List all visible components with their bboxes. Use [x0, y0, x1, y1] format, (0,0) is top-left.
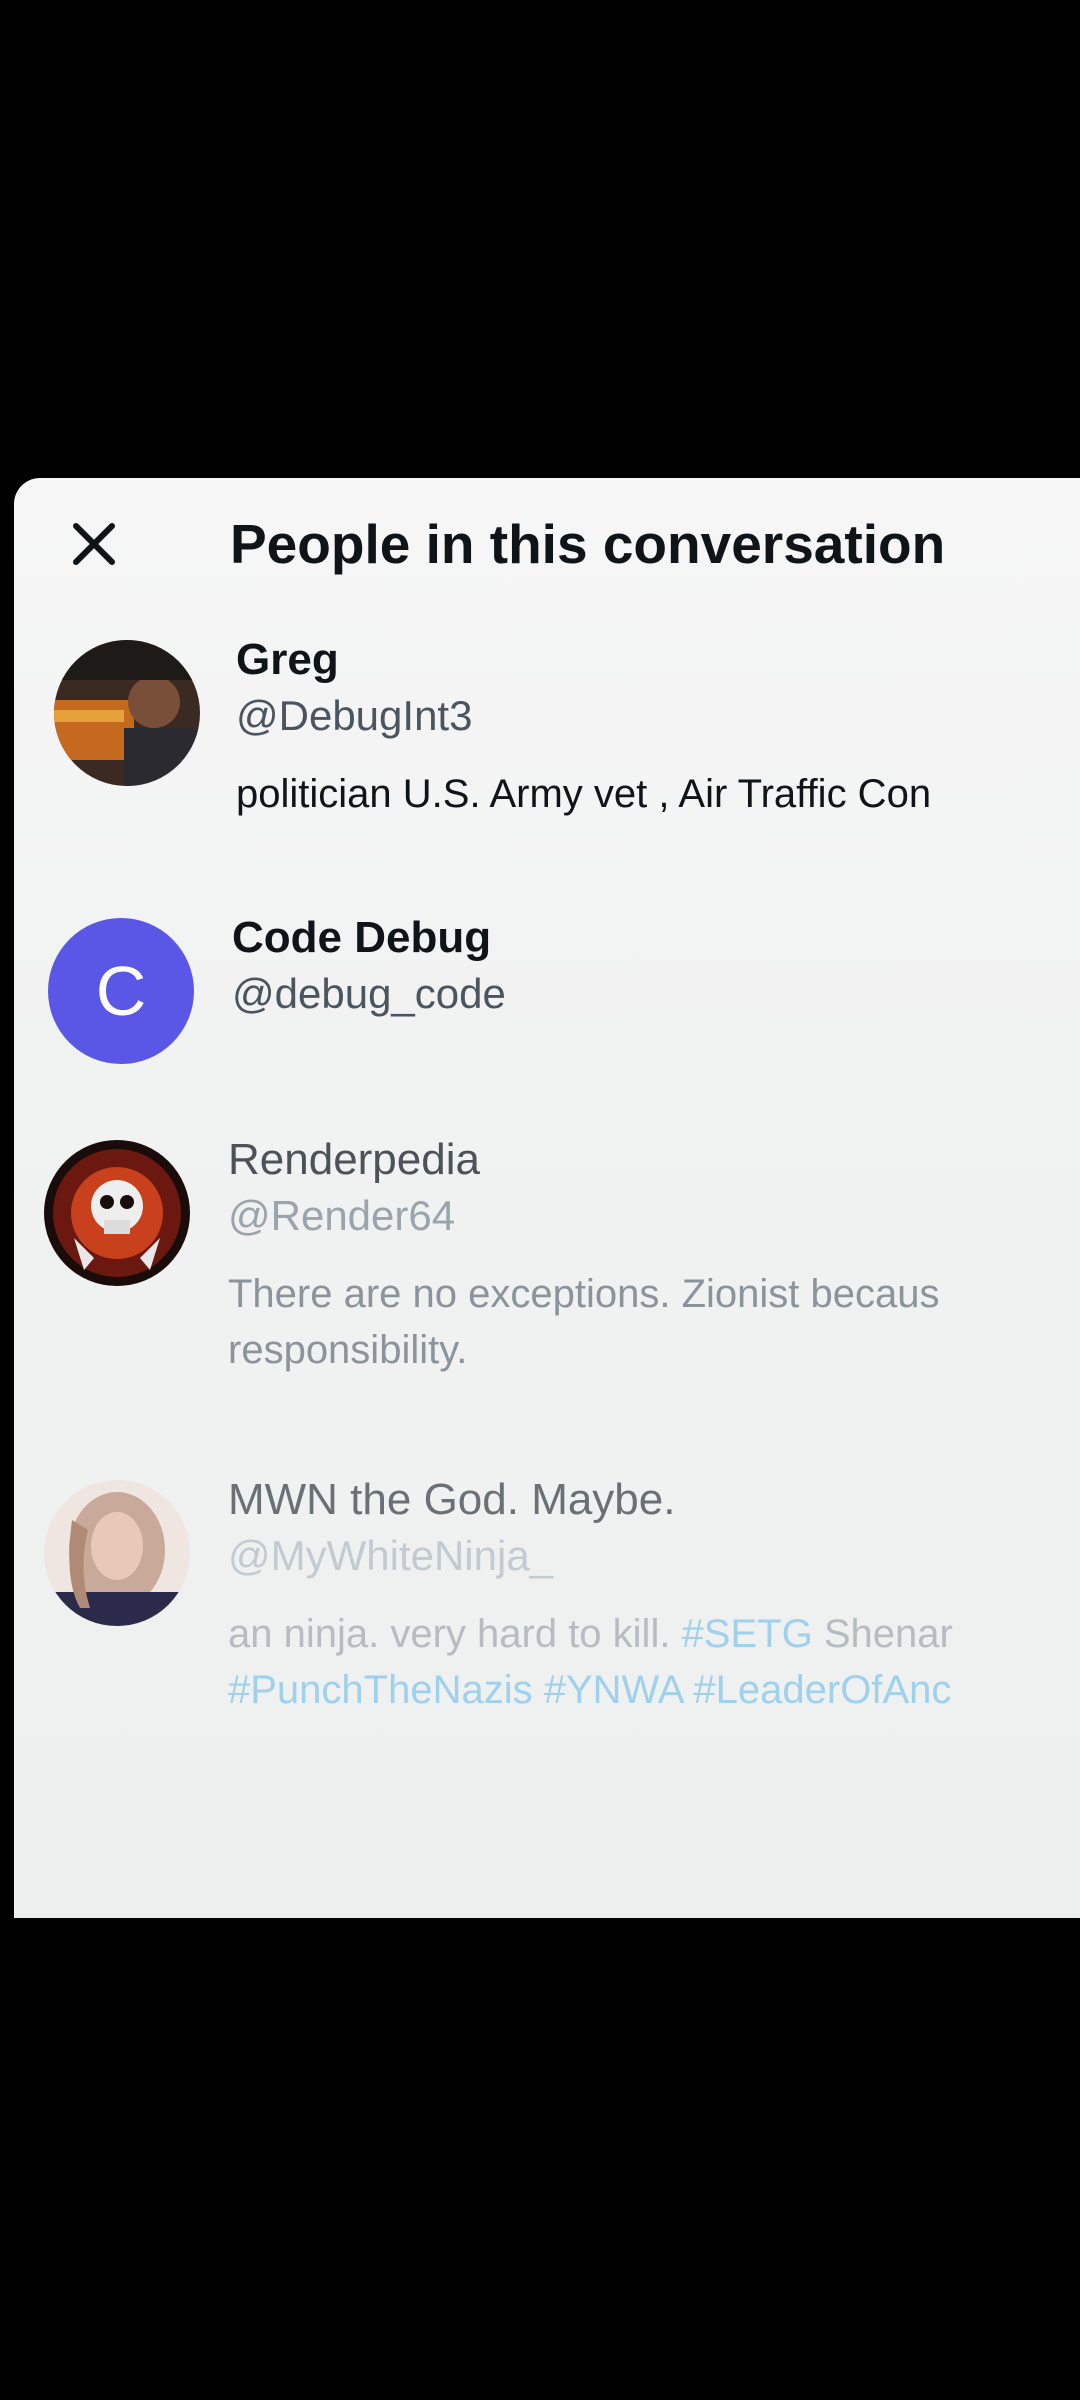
person-name: MWN the God. Maybe. [228, 1475, 676, 1524]
bio-text: Shenar [812, 1612, 953, 1656]
person-bio: politician U.S. Army vet , Air Traffic C… [236, 772, 932, 816]
person-details: Greg @DebugInt3 politician U.S. Army vet… [236, 632, 931, 822]
people-in-conversation-sheet: People in this conversation Greg @DebugI… [14, 478, 1080, 1918]
avatar[interactable]: C [48, 918, 194, 1064]
person-item-code-debug[interactable]: C Code Debug @debug_code [14, 906, 1080, 1106]
hashtag-link[interactable]: #LeaderOfAnc [693, 1668, 951, 1712]
close-button[interactable] [64, 514, 124, 574]
person-details: MWN the God. Maybe. @MyWhiteNinja_ an ni… [228, 1472, 953, 1718]
person-name: Greg [236, 635, 339, 684]
person-handle: @DebugInt3 [236, 692, 473, 739]
photo-frame: People in this conversation Greg @DebugI… [0, 0, 1080, 2400]
skull-avatar-icon [44, 1140, 190, 1286]
person-handle: @debug_code [232, 970, 506, 1017]
person-item-greg[interactable]: Greg @DebugInt3 politician U.S. Army vet… [14, 628, 1080, 878]
person-bio-line-1: an ninja. very hard to kill. #SETG Shena… [228, 1606, 953, 1662]
person-bio-line-2: responsibility. [228, 1328, 468, 1372]
person-details: Code Debug @debug_code [232, 910, 506, 1022]
bio-text: an ninja. very hard to kill. [228, 1612, 682, 1656]
person-handle: @MyWhiteNinja_ [228, 1532, 554, 1579]
photo-avatar-icon [44, 1480, 190, 1626]
person-item-mwn[interactable]: MWN the God. Maybe. @MyWhiteNinja_ an ni… [14, 1468, 1080, 1768]
person-details: Renderpedia @Render64 There are no excep… [228, 1132, 940, 1378]
hashtag-link[interactable]: #PunchTheNazis [228, 1668, 533, 1712]
person-bio-line-2: #PunchTheNazis #YNWA #LeaderOfAnc [228, 1662, 953, 1718]
close-icon [73, 523, 115, 565]
hashtag-link[interactable]: #SETG [682, 1612, 813, 1656]
avatar[interactable] [54, 640, 200, 786]
person-name: Renderpedia [228, 1135, 480, 1184]
avatar[interactable] [44, 1140, 190, 1286]
sheet-header: People in this conversation [14, 478, 1080, 608]
avatar[interactable] [44, 1480, 190, 1626]
person-item-renderpedia[interactable]: Renderpedia @Render64 There are no excep… [14, 1128, 1080, 1448]
person-handle: @Render64 [228, 1192, 456, 1239]
avatar-letter: C [95, 952, 147, 1030]
person-name: Code Debug [232, 913, 492, 962]
photo-avatar-icon [54, 640, 200, 786]
page-title: People in this conversation [230, 513, 946, 575]
hashtag-link[interactable]: #YNWA [544, 1668, 683, 1712]
person-bio-line-1: There are no exceptions. Zionist becaus [228, 1272, 940, 1316]
